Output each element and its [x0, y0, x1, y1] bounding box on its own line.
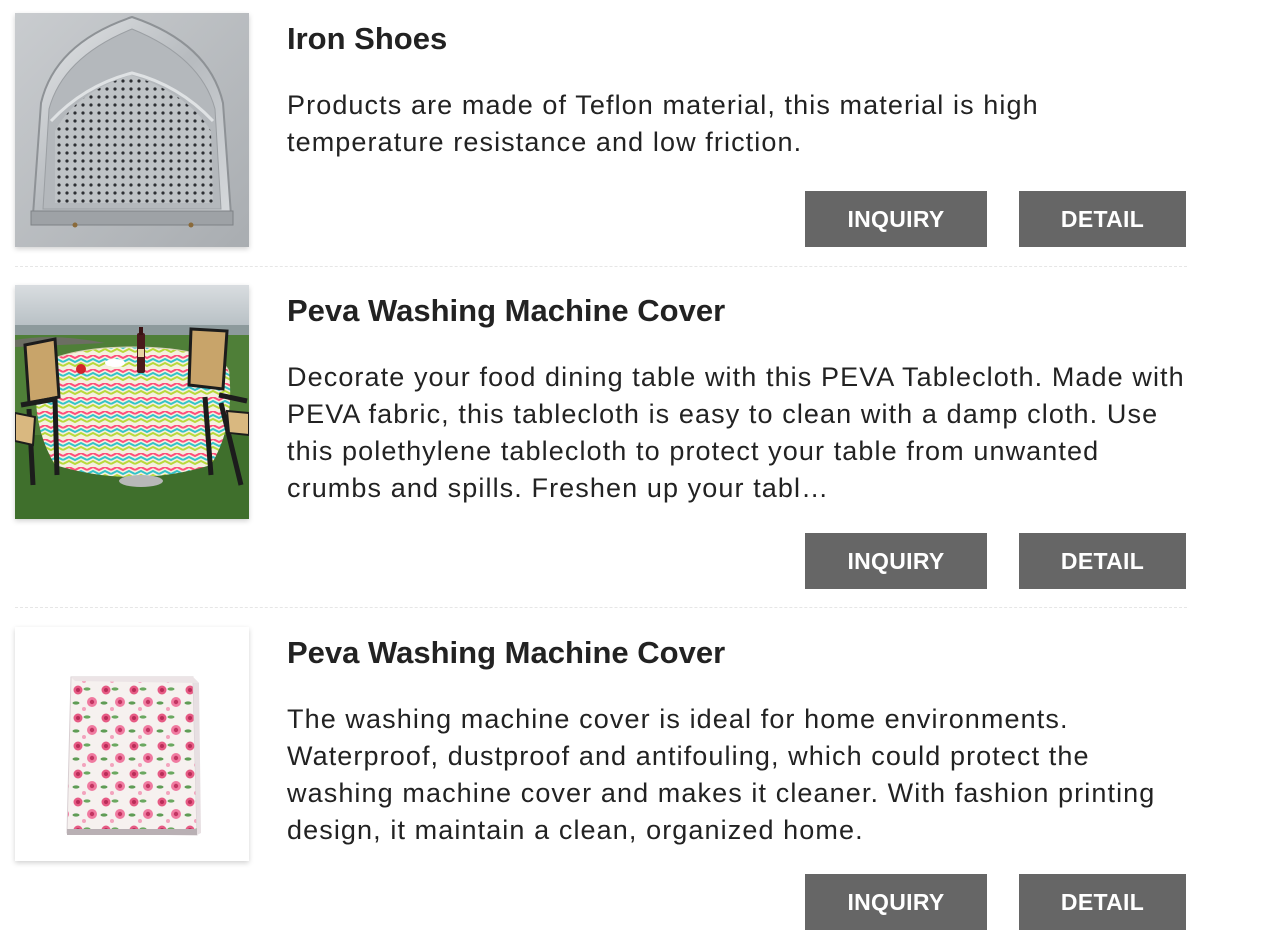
tablecloth-image[interactable] [15, 285, 249, 519]
product-description: Decorate your food dining table with thi… [287, 362, 1185, 503]
divider [15, 266, 1187, 267]
detail-button[interactable]: DETAIL [1019, 874, 1186, 930]
product-title[interactable]: Peva Washing Machine Cover [287, 635, 725, 671]
washing-machine-cover-icon [15, 627, 249, 861]
washing-machine-cover-image[interactable] [15, 627, 249, 861]
product-card: Peva Washing Machine Cover The washing m… [15, 627, 1187, 930]
product-description: The washing machine cover is ideal for h… [287, 704, 1156, 845]
divider [15, 607, 1187, 608]
product-title[interactable]: Iron Shoes [287, 21, 447, 57]
iron-shoe-image[interactable] [15, 13, 249, 247]
product-card: Peva Washing Machine Cover Decorate your… [15, 285, 1187, 589]
detail-button[interactable]: DETAIL [1019, 191, 1186, 247]
detail-button[interactable]: DETAIL [1019, 533, 1186, 589]
iron-shoe-icon [15, 13, 249, 247]
product-card: Iron Shoes Products are made of Teflon m… [15, 13, 1187, 247]
inquiry-button[interactable]: INQUIRY [805, 874, 987, 930]
inquiry-button[interactable]: INQUIRY [805, 533, 987, 589]
product-title[interactable]: Peva Washing Machine Cover [287, 293, 725, 329]
product-description: Products are made of Teflon material, th… [287, 90, 1039, 157]
tablecloth-icon [15, 285, 249, 519]
inquiry-button[interactable]: INQUIRY [805, 191, 987, 247]
